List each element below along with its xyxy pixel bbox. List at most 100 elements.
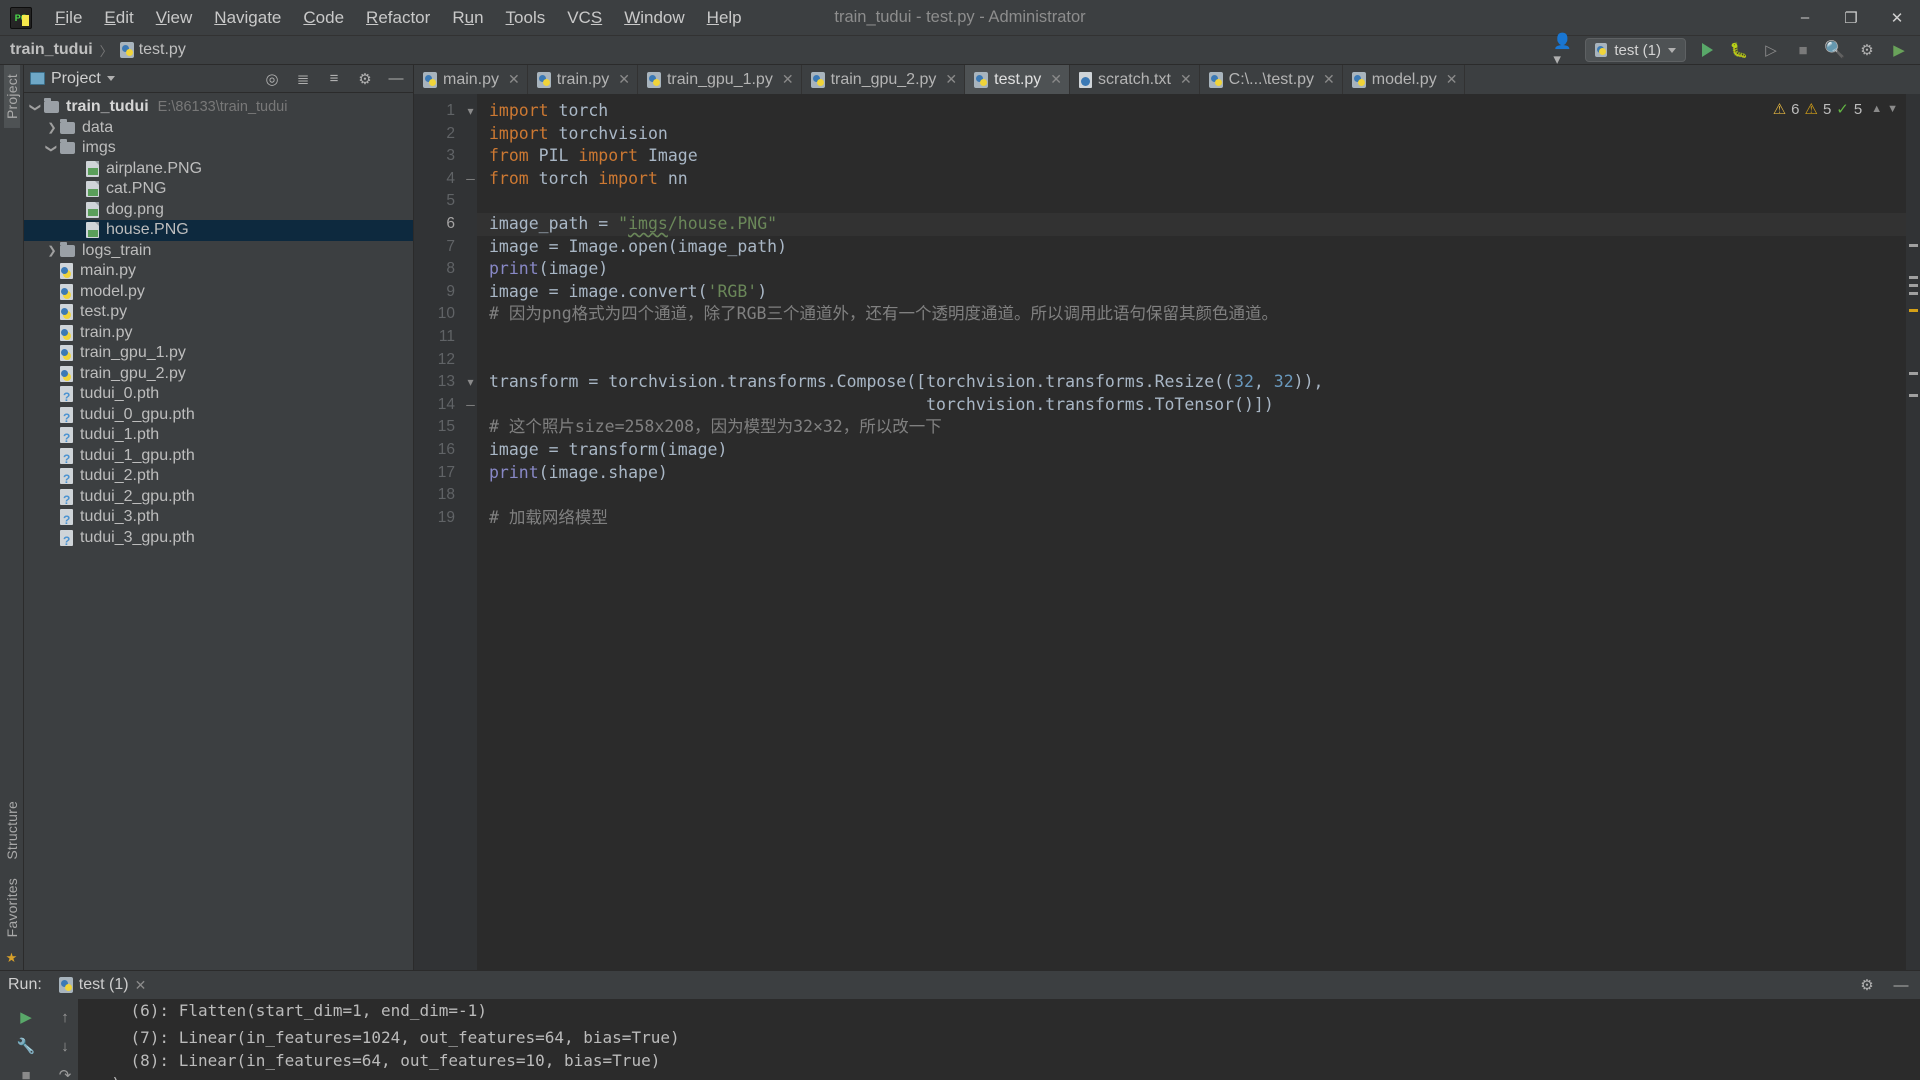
line-number-13[interactable]: 13 — [414, 371, 464, 394]
menu-refactor[interactable]: Refactor — [355, 3, 441, 33]
close-icon[interactable]: ✕ — [135, 977, 147, 994]
breadcrumb-project[interactable]: train_tudui — [10, 41, 93, 59]
line-number-12[interactable]: 12 — [414, 349, 464, 372]
fold-marker-start[interactable]: ▾ — [464, 371, 477, 394]
line-number-17[interactable]: 17 — [414, 462, 464, 485]
line-number-16[interactable]: 16 — [414, 439, 464, 462]
tree-item-house-PNG[interactable]: house.PNG — [24, 220, 413, 241]
run-button-icon[interactable] — [1696, 39, 1718, 61]
tree-item-tudui_0_gpu-pth[interactable]: tudui_0_gpu.pth — [24, 405, 413, 426]
tree-item-data[interactable]: data — [24, 118, 413, 139]
chevron-down-icon[interactable]: ▼ — [1887, 103, 1898, 115]
editor-tab-train_gpu_1-py[interactable]: train_gpu_1.py✕ — [638, 65, 802, 94]
tree-item-test-py[interactable]: test.py — [24, 302, 413, 323]
code-line-11[interactable] — [489, 326, 1906, 349]
rail-favorites-button[interactable]: Favorites — [4, 869, 20, 946]
code-line-15[interactable]: # 这个照片size=258x208，因为模型为32×32，所以改一下 — [489, 416, 1906, 439]
fold-marker-end[interactable]: ─ — [464, 394, 477, 417]
tree-item-tudui_2_gpu-pth[interactable]: tudui_2_gpu.pth — [24, 487, 413, 508]
stop-button-icon[interactable]: ■ — [1792, 39, 1814, 61]
scroll-down-icon[interactable]: ↓ — [52, 1033, 78, 1059]
editor-tab-model-py[interactable]: model.py✕ — [1343, 65, 1466, 94]
minimize-button[interactable]: – — [1782, 0, 1828, 36]
code-line-8[interactable]: print(image) — [489, 258, 1906, 281]
close-icon[interactable]: ✕ — [782, 71, 794, 88]
tree-item-train_tudui[interactable]: train_tuduiE:\86133\train_tudui — [24, 97, 413, 118]
tree-item-tudui_1_gpu-pth[interactable]: tudui_1_gpu.pth — [24, 446, 413, 467]
console-output[interactable]: (6): Flatten(start_dim=1, end_dim=-1) (7… — [78, 999, 1920, 1080]
editor-tab-train-py[interactable]: train.py✕ — [528, 65, 638, 94]
rerun-icon[interactable]: ▶ — [13, 1004, 39, 1030]
close-icon[interactable]: ✕ — [508, 71, 520, 88]
chevron-down-icon[interactable] — [107, 76, 115, 81]
hide-run-panel-icon[interactable]: — — [1890, 974, 1912, 996]
close-icon[interactable]: ✕ — [945, 71, 957, 88]
chevron-right-icon[interactable] — [44, 244, 60, 257]
tree-item-tudui_0-pth[interactable]: tudui_0.pth — [24, 384, 413, 405]
menu-code[interactable]: Code — [292, 3, 355, 33]
code-line-18[interactable] — [489, 484, 1906, 507]
fold-marker-end[interactable]: ─ — [464, 168, 477, 191]
update-icon[interactable]: ▶ — [1888, 39, 1910, 61]
code-editor[interactable]: 12345678910111213141516171819 ▾─▾─ impor… — [414, 94, 1920, 970]
line-number-3[interactable]: 3 — [414, 145, 464, 168]
code-line-1[interactable]: import torch — [489, 100, 1906, 123]
close-icon[interactable]: ✕ — [1323, 71, 1335, 88]
code-line-10[interactable]: # 因为png格式为四个通道，除了RGB三个通道外，还有一个透明度通道。所以调用… — [489, 303, 1906, 326]
line-number-18[interactable]: 18 — [414, 484, 464, 507]
error-stripe-scrollbar[interactable] — [1906, 94, 1920, 970]
code-line-19[interactable]: # 加载网络模型 — [489, 507, 1906, 530]
line-number-8[interactable]: 8 — [414, 258, 464, 281]
run-tab-test[interactable]: test (1) ✕ — [54, 974, 152, 996]
run-configuration-selector[interactable]: test (1) — [1585, 38, 1686, 62]
code-line-5[interactable] — [489, 190, 1906, 213]
run-settings-icon[interactable]: ⚙ — [1856, 974, 1878, 996]
maximize-button[interactable]: ❐ — [1828, 0, 1874, 36]
tree-item-train-py[interactable]: train.py — [24, 323, 413, 344]
code-line-16[interactable]: image = transform(image) — [489, 439, 1906, 462]
editor-tab-main-py[interactable]: main.py✕ — [414, 65, 528, 94]
menu-navigate[interactable]: Navigate — [203, 3, 292, 33]
line-number-4[interactable]: 4 — [414, 168, 464, 191]
search-everywhere-icon[interactable]: 🔍 — [1824, 39, 1846, 61]
code-line-13[interactable]: transform = torchvision.transforms.Compo… — [489, 371, 1906, 394]
rail-project-button[interactable]: Project — [4, 65, 20, 128]
line-number-1[interactable]: 1 — [414, 100, 464, 123]
line-number-10[interactable]: 10 — [414, 303, 464, 326]
wrench-icon[interactable]: 🔧 — [13, 1033, 39, 1059]
code-line-4[interactable]: from torch import nn — [489, 168, 1906, 191]
code-line-17[interactable]: print(image.shape) — [489, 462, 1906, 485]
run-coverage-icon[interactable]: ▷ — [1760, 39, 1782, 61]
code-folding-column[interactable]: ▾─▾─ — [464, 94, 477, 970]
editor-tab-train_gpu_2-py[interactable]: train_gpu_2.py✕ — [802, 65, 966, 94]
hide-panel-icon[interactable]: — — [385, 68, 407, 90]
breadcrumb-file[interactable]: test.py — [139, 41, 186, 59]
tree-item-tudui_3-pth[interactable]: tudui_3.pth — [24, 507, 413, 528]
line-number-19[interactable]: 19 — [414, 507, 464, 530]
debug-button-icon[interactable]: 🐛 — [1728, 39, 1750, 61]
tree-item-airplane-PNG[interactable]: airplane.PNG — [24, 159, 413, 180]
line-number-5[interactable]: 5 — [414, 190, 464, 213]
select-opened-file-icon[interactable]: ◎ — [261, 68, 283, 90]
menu-vcs[interactable]: VCS — [556, 3, 613, 33]
menu-file[interactable]: File — [44, 3, 93, 33]
chevron-right-icon[interactable] — [44, 121, 60, 134]
code-line-14[interactable]: torchvision.transforms.ToTensor()]) — [489, 394, 1906, 417]
panel-settings-icon[interactable]: ⚙ — [354, 68, 376, 90]
close-button[interactable]: ✕ — [1874, 0, 1920, 36]
close-icon[interactable]: ✕ — [1050, 71, 1062, 88]
close-icon[interactable]: ✕ — [1446, 71, 1458, 88]
tree-item-main-py[interactable]: main.py — [24, 261, 413, 282]
tree-item-train_gpu_1-py[interactable]: train_gpu_1.py — [24, 343, 413, 364]
scroll-up-icon[interactable]: ↑ — [52, 1004, 78, 1030]
code-line-6[interactable]: image_path = "imgs/house.PNG" — [477, 213, 1906, 236]
settings-gear-icon[interactable]: ⚙ — [1856, 39, 1878, 61]
code-line-2[interactable]: import torchvision — [489, 123, 1906, 146]
close-icon[interactable]: ✕ — [618, 71, 630, 88]
tree-item-dog-png[interactable]: dog.png — [24, 200, 413, 221]
menu-edit[interactable]: Edit — [93, 3, 144, 33]
tree-item-tudui_1-pth[interactable]: tudui_1.pth — [24, 425, 413, 446]
tree-item-logs_train[interactable]: logs_train — [24, 241, 413, 262]
rail-structure-button[interactable]: Structure — [4, 792, 20, 869]
tree-item-imgs[interactable]: imgs — [24, 138, 413, 159]
